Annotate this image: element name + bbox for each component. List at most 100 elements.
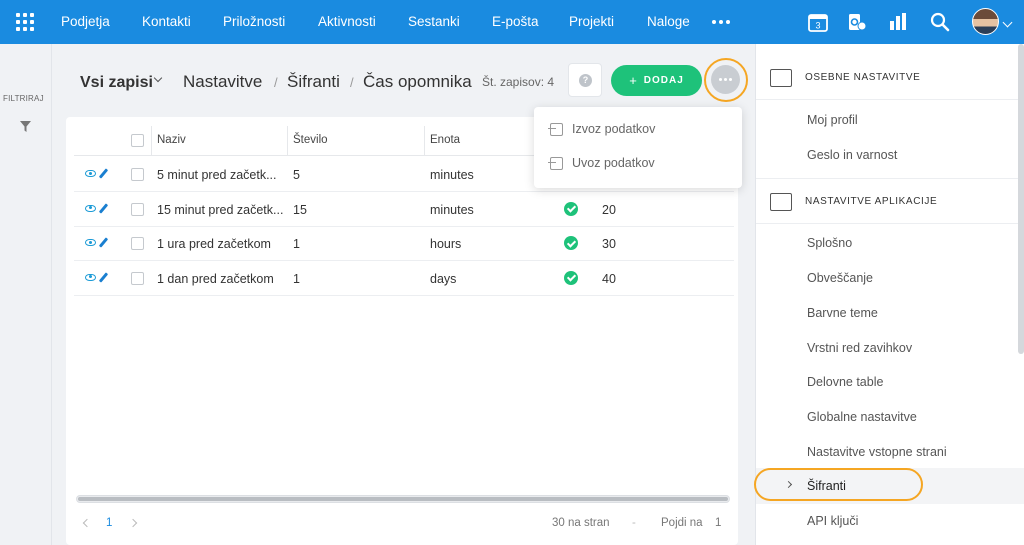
section-title-app: NASTAVITVE APLIKACIJE	[805, 196, 938, 207]
horizontal-scrollbar[interactable]	[76, 495, 730, 503]
view-icon[interactable]	[85, 239, 96, 246]
cell-unit: hours	[430, 237, 462, 251]
more-options-button[interactable]	[711, 65, 740, 94]
nav-item-eposta[interactable]: E-pošta	[492, 14, 539, 29]
view-icon[interactable]	[85, 204, 96, 212]
calendar-day: 3	[815, 21, 820, 31]
vertical-scrollbar[interactable]	[1018, 44, 1024, 354]
more-options-highlight	[704, 58, 748, 102]
filter-label[interactable]: FILTRIRAJ	[3, 94, 44, 103]
settings-item-geslo[interactable]: Geslo in varnost	[807, 148, 897, 162]
nav-item-podjetja[interactable]: Podjetja	[61, 14, 110, 29]
cell-order: 30	[602, 237, 616, 251]
edit-icon[interactable]	[98, 271, 109, 283]
active-check-icon	[564, 270, 578, 285]
menu-item-export-label: Izvoz podatkov	[572, 122, 656, 136]
row-checkbox[interactable]	[131, 237, 144, 250]
settings-item-5[interactable]: Globalne nastavitve	[807, 410, 917, 424]
export-icon	[548, 122, 563, 136]
nav-item-projekti[interactable]: Projekti	[569, 14, 614, 29]
goto-page-input[interactable]: 1	[715, 517, 721, 529]
filter-icon[interactable]	[19, 120, 32, 133]
cell-name: 1 dan pred začetkom	[157, 271, 274, 286]
settings-item-0[interactable]: Splošno	[807, 236, 852, 250]
cell-unit: minutes	[430, 202, 474, 217]
settings-item-6[interactable]: Nastavitve vstopne strani	[807, 445, 947, 459]
row-checkbox[interactable]	[131, 168, 144, 181]
view-selector[interactable]: Vsi zapisi	[80, 74, 153, 92]
top-navigation: Podjetja Kontakti Priložnosti Aktivnosti…	[0, 0, 1024, 44]
import-icon	[548, 156, 563, 170]
row-checkbox[interactable]	[131, 271, 144, 285]
user-avatar[interactable]	[972, 8, 999, 35]
cell-order: 20	[602, 202, 616, 217]
more-nav-icon[interactable]	[712, 20, 730, 24]
cell-number: 15	[293, 202, 307, 217]
section-title-personal: OSEBNE NASTAVITVE	[805, 72, 921, 83]
outlook-sync-icon[interactable]	[846, 11, 868, 33]
nav-item-priloznosti[interactable]: Priložnosti	[223, 14, 285, 29]
edit-icon[interactable]	[98, 168, 109, 179]
plus-icon: +	[629, 73, 638, 88]
cell-number: 1	[293, 237, 300, 251]
calendar-icon[interactable]: 3	[807, 11, 829, 33]
edit-icon[interactable]	[98, 202, 109, 214]
goto-label: Pojdi na	[661, 517, 703, 529]
menu-item-import[interactable]: Uvoz podatkov	[548, 153, 655, 173]
cell-unit: days	[430, 271, 457, 286]
search-icon[interactable]	[929, 11, 951, 33]
apps-grid-icon[interactable]	[16, 13, 34, 31]
settings-item-moj-profil[interactable]: Moj profil	[807, 113, 858, 127]
cell-order: 40	[602, 271, 616, 286]
active-item-highlight	[754, 468, 923, 501]
nav-item-kontakti[interactable]: Kontakti	[142, 14, 191, 29]
breadcrumb-separator: /	[350, 75, 354, 90]
settings-item-4[interactable]: Delovne table	[807, 375, 883, 389]
column-header-stevilo[interactable]: Število	[293, 134, 328, 146]
select-all-checkbox[interactable]	[131, 134, 144, 147]
cell-name: 1 ura pred začetkom	[157, 237, 271, 251]
profile-card-icon	[770, 69, 792, 87]
filter-strip: FILTRIRAJ	[0, 44, 52, 545]
active-check-icon	[564, 236, 578, 250]
cell-name: 5 minut pred začetk...	[157, 168, 277, 182]
nav-item-aktivnosti[interactable]: Aktivnosti	[318, 14, 376, 29]
chevron-down-icon[interactable]	[1002, 17, 1013, 28]
cell-number: 5	[293, 168, 300, 182]
settings-item-8[interactable]: API ključi	[807, 514, 858, 528]
view-icon[interactable]	[85, 170, 96, 177]
settings-item-3[interactable]: Vrstni red zavihkov	[807, 341, 912, 355]
column-header-naziv[interactable]: Naziv	[157, 134, 186, 146]
view-icon[interactable]	[85, 273, 96, 281]
breadcrumb-sifranti[interactable]: Šifranti	[287, 72, 340, 92]
help-button[interactable]: ?	[568, 63, 602, 97]
table-row[interactable]: 1 dan pred začetkom 1 days 40	[74, 261, 734, 296]
menu-item-export[interactable]: Izvoz podatkov	[548, 119, 656, 139]
table-row[interactable]: 1 ura pred začetkom 1 hours 30	[74, 226, 734, 261]
cell-unit: minutes	[430, 168, 474, 182]
help-icon: ?	[579, 74, 592, 87]
nav-item-sestanki[interactable]: Sestanki	[408, 14, 460, 29]
settings-item-1[interactable]: Obveščanje	[807, 271, 873, 285]
breadcrumb-nastavitve[interactable]: Nastavitve	[183, 72, 262, 92]
record-count: Št. zapisov: 4	[482, 75, 555, 89]
edit-icon[interactable]	[98, 237, 109, 248]
nav-item-naloge[interactable]: Naloge	[647, 14, 690, 29]
current-page[interactable]: 1	[106, 517, 112, 529]
column-header-enota[interactable]: Enota	[430, 134, 460, 146]
settings-item-2[interactable]: Barvne teme	[807, 306, 878, 320]
add-button[interactable]: + DODAJ	[611, 65, 702, 96]
cell-number: 1	[293, 271, 300, 286]
breadcrumb-separator: /	[274, 75, 278, 90]
per-page-select[interactable]: 30 na stran	[552, 517, 610, 529]
more-options-menu: Izvoz podatkov Uvoz podatkov	[534, 107, 742, 188]
menu-item-import-label: Uvoz podatkov	[572, 156, 655, 170]
row-checkbox[interactable]	[131, 202, 144, 216]
reports-icon[interactable]	[887, 11, 909, 33]
table-row[interactable]: 15 minut pred začetk... 15 minutes 20	[74, 192, 734, 227]
cell-name: 15 minut pred začetk...	[157, 202, 283, 217]
chevron-down-icon[interactable]	[153, 73, 163, 83]
active-check-icon	[564, 201, 578, 216]
pager-separator: -	[632, 517, 636, 529]
dashboard-gauge-icon	[770, 193, 792, 211]
